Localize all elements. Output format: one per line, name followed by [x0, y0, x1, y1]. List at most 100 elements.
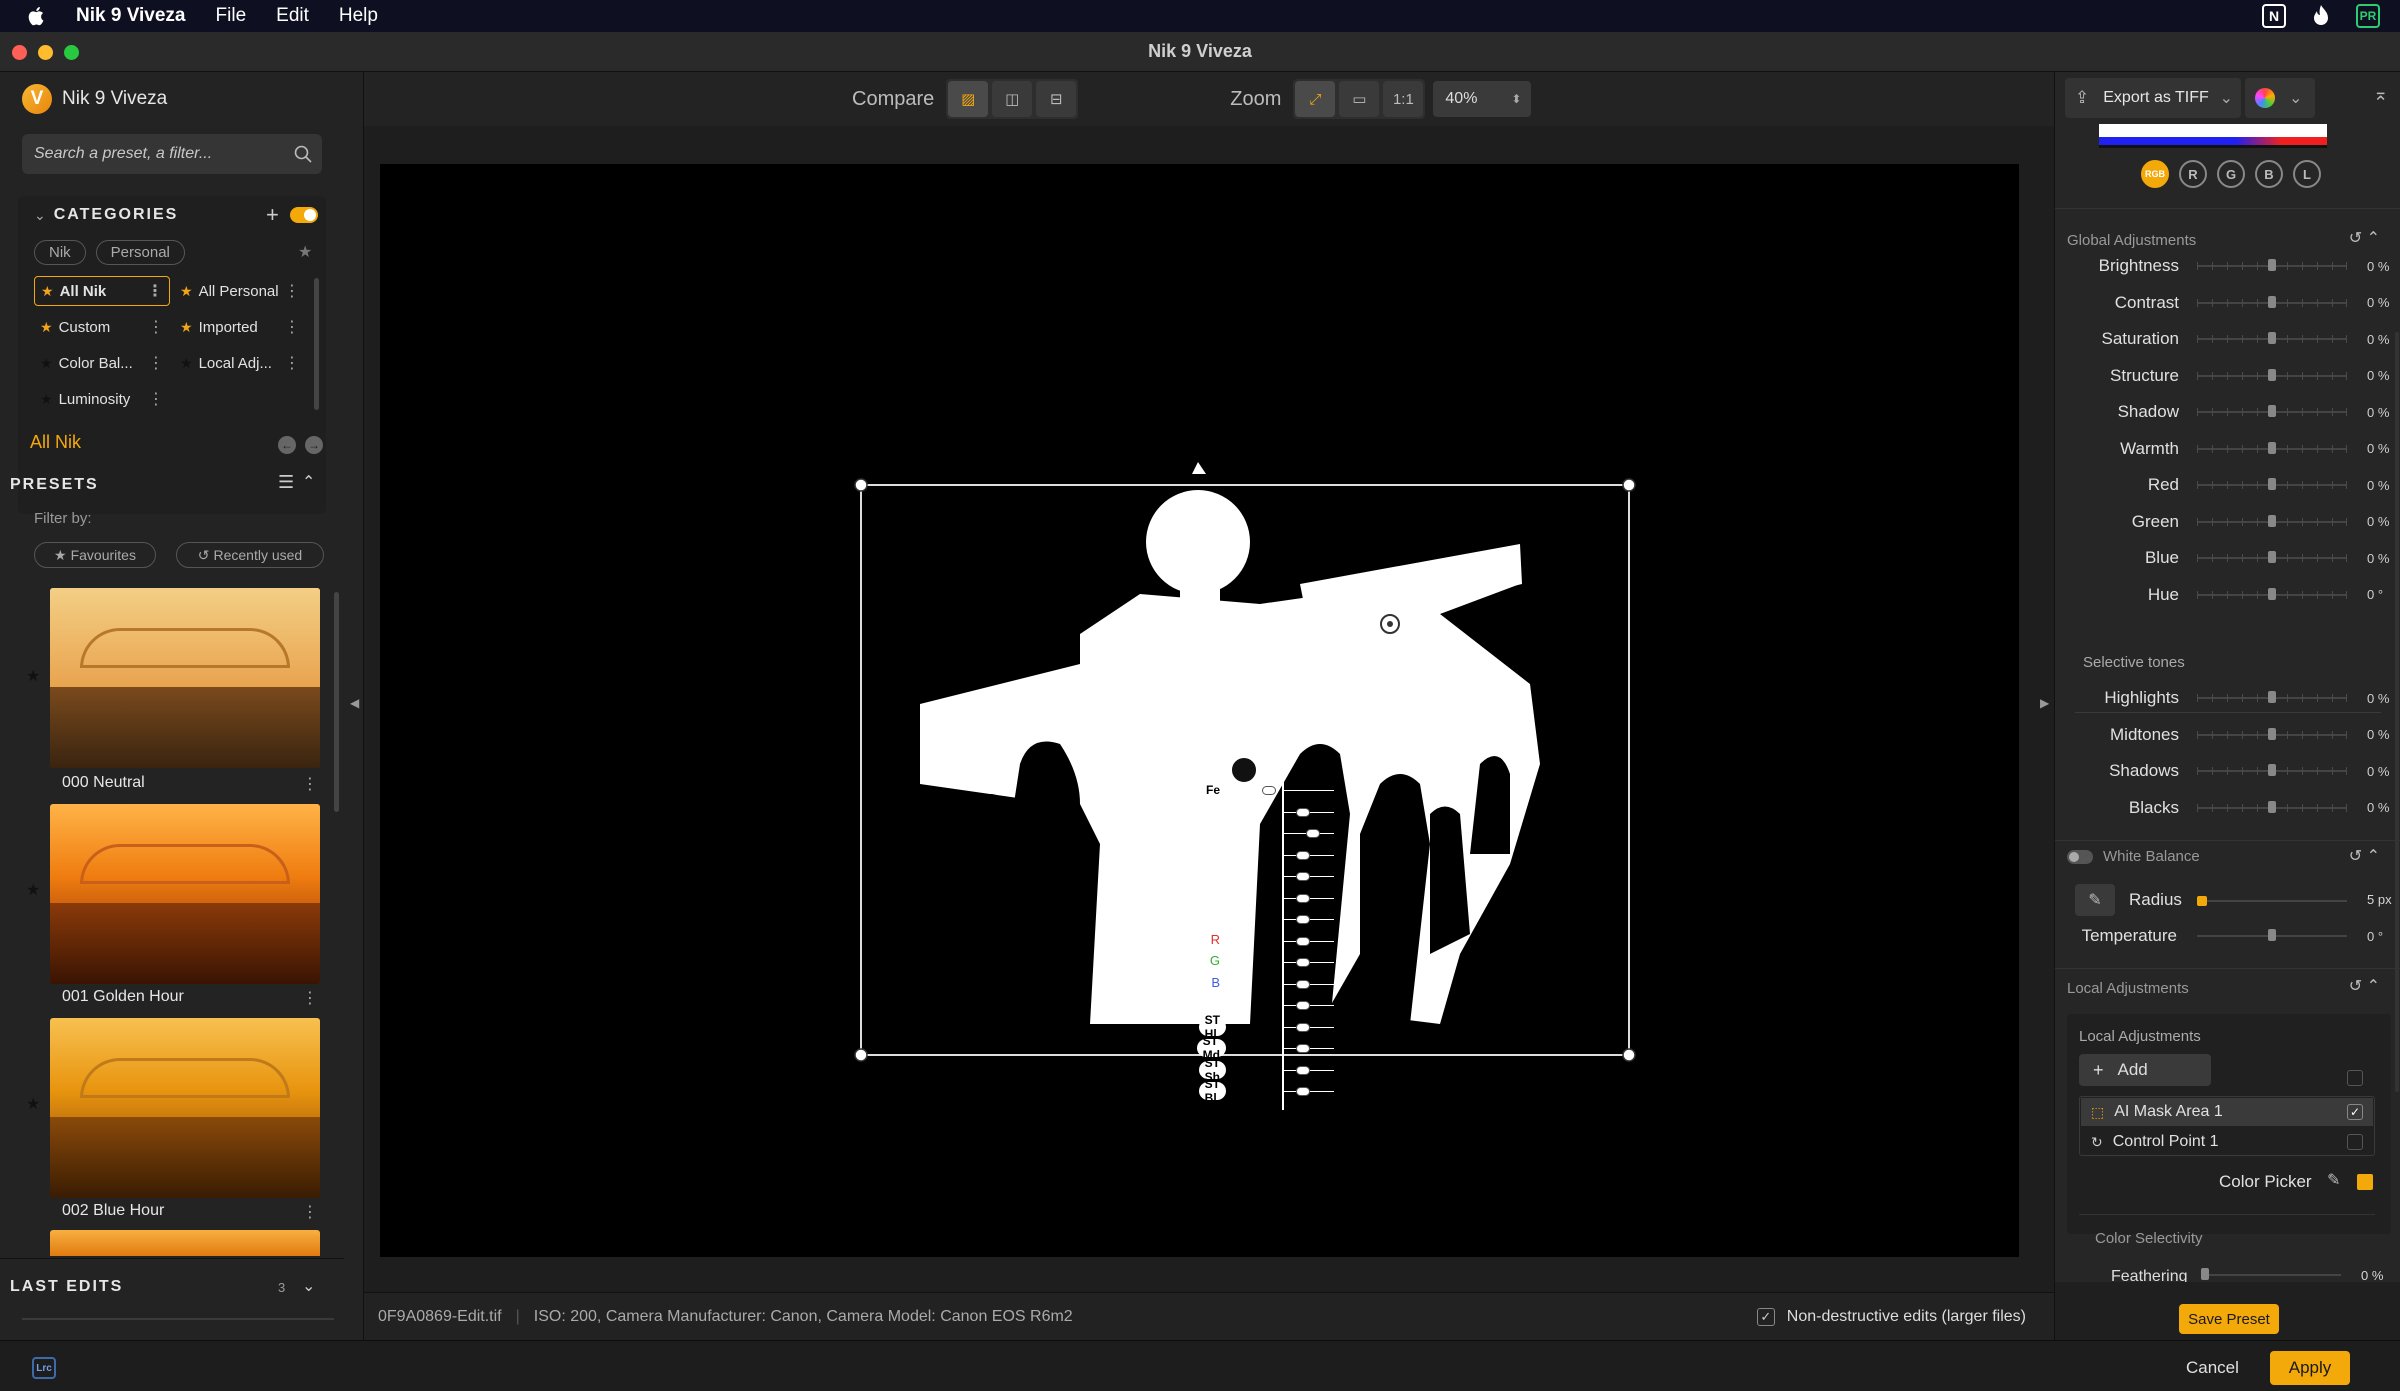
menu-app-name[interactable]: Nik 9 Viveza — [76, 5, 186, 27]
more-icon[interactable]: ⋮ — [148, 389, 164, 409]
global-slider[interactable] — [2197, 405, 2347, 417]
filter-recent-button[interactable]: ↺ Recently used — [176, 542, 324, 568]
control-point-slider-knob[interactable] — [1296, 915, 1310, 924]
channel-l[interactable]: L — [2293, 160, 2321, 188]
more-icon[interactable]: ⋮ — [302, 1202, 318, 1222]
save-preset-button[interactable]: Save Preset — [2179, 1304, 2279, 1334]
cancel-button[interactable]: Cancel — [2186, 1358, 2239, 1378]
zoom-level-select[interactable]: 40% ⬍ — [1433, 81, 1532, 117]
star-icon[interactable]: ★ — [26, 1094, 40, 1114]
menu-help[interactable]: Help — [339, 5, 378, 27]
radius-slider[interactable] — [2197, 896, 2347, 906]
control-point-handle[interactable] — [1230, 756, 1258, 784]
control-point-slider-knob[interactable] — [1296, 807, 1310, 817]
compare-side-by-side-icon[interactable]: ⊟ — [1036, 81, 1077, 117]
more-icon[interactable]: ⋮ — [284, 281, 300, 301]
white-balance-toggle[interactable] — [2067, 850, 2093, 864]
collapse-panel-icon[interactable]: ⌅ — [2373, 84, 2388, 105]
control-point-label[interactable]: Ct — [1207, 824, 1220, 839]
category-local-adjustments[interactable]: ★ Local Adj... ⋮ — [174, 348, 306, 378]
more-icon[interactable]: ⋮ — [148, 317, 164, 337]
more-icon[interactable]: ⋮ — [302, 988, 318, 1008]
control-point-slider-knob[interactable] — [1296, 1001, 1310, 1010]
control-point-label[interactable]: G — [1210, 953, 1220, 968]
export-button[interactable]: ⇪ Export as TIFF ⌄ — [2065, 78, 2241, 118]
global-slider[interactable] — [2197, 368, 2347, 381]
categories-toggle[interactable] — [290, 207, 318, 223]
channel-r[interactable]: R — [2179, 160, 2207, 188]
more-icon[interactable]: ⋮ — [302, 774, 318, 794]
preset-thumbnail-partial[interactable] — [50, 1230, 320, 1256]
local-item-ai-mask[interactable]: ⬚ AI Mask Area 1 ✓ — [2081, 1098, 2373, 1126]
reset-chevron-icons[interactable]: ↺ ⌃ — [2349, 976, 2380, 996]
control-point-slider-knob[interactable] — [1296, 958, 1310, 967]
control-point-slider-knob[interactable] — [1296, 1065, 1310, 1075]
nondestructive-checkbox[interactable]: ✓ — [1756, 1307, 1775, 1326]
preset-thumbnail-neutral[interactable] — [50, 588, 320, 768]
minimize-window-button[interactable] — [38, 45, 53, 60]
compare-split-view-icon[interactable]: ◫ — [992, 81, 1033, 117]
control-point-slider-knob[interactable] — [1306, 829, 1320, 838]
more-icon[interactable]: ⋮ — [284, 353, 300, 373]
color-picker-swatch[interactable] — [2357, 1174, 2373, 1190]
temperature-slider[interactable] — [2197, 929, 2347, 941]
search-icon[interactable] — [294, 145, 312, 163]
category-color-balance[interactable]: ★ Color Bal... ⋮ — [34, 348, 170, 378]
tag-personal[interactable]: Personal — [95, 240, 185, 265]
menu-edit[interactable]: Edit — [276, 5, 309, 27]
list-view-icon[interactable]: ☰ — [278, 472, 294, 493]
control-point-label[interactable]: Br — [1207, 803, 1220, 818]
global-slider[interactable] — [2197, 441, 2347, 454]
chevron-down-icon[interactable]: ⌄ — [2220, 88, 2233, 108]
global-slider[interactable] — [2197, 259, 2347, 271]
add-local-adjustment-button[interactable]: + Add — [2079, 1054, 2211, 1086]
categories-scrollbar[interactable] — [314, 278, 319, 410]
add-category-icon[interactable]: + — [266, 202, 279, 228]
control-point-label[interactable]: ST Bl — [1198, 1077, 1226, 1105]
global-slider[interactable] — [2197, 587, 2347, 600]
menu-file[interactable]: File — [216, 5, 247, 27]
control-point-label[interactable]: H — [1211, 996, 1220, 1011]
reset-chevron-icons[interactable]: ↺ ⌃ — [2349, 228, 2380, 248]
control-point-label[interactable]: Sh — [1204, 889, 1220, 904]
tag-nik[interactable]: Nik — [34, 240, 86, 265]
channel-b[interactable]: B — [2255, 160, 2283, 188]
control-point-label[interactable]: B — [1211, 975, 1220, 990]
control-point-label[interactable]: St — [1208, 846, 1220, 861]
control-point-slider-knob[interactable] — [1296, 1087, 1310, 1096]
star-icon[interactable]: ★ — [26, 666, 40, 686]
compare-single-view-icon[interactable]: ▨ — [948, 81, 989, 117]
nik-tray-icon[interactable]: N — [2262, 4, 2286, 28]
reset-chevron-icons[interactable]: ↺ ⌃ — [2349, 846, 2380, 866]
preset-thumbnail-blue-hour[interactable] — [50, 1018, 320, 1198]
channel-g[interactable]: G — [2217, 160, 2245, 188]
global-slider[interactable] — [2197, 514, 2347, 527]
preset-thumbnail-golden-hour[interactable] — [50, 804, 320, 984]
global-slider[interactable] — [2197, 295, 2347, 308]
close-window-button[interactable] — [12, 45, 27, 60]
pr-tray-icon[interactable]: PR — [2356, 4, 2380, 28]
local-item-checkbox[interactable]: ✓ — [2347, 1104, 2363, 1120]
control-point-slider-knob[interactable] — [1296, 893, 1310, 903]
tone-slider[interactable] — [2197, 727, 2347, 740]
global-slider[interactable] — [2197, 551, 2347, 563]
control-point-slider-knob[interactable] — [1262, 786, 1276, 795]
filter-favourites-button[interactable]: ★ Favourites — [34, 542, 156, 568]
right-panel-collapse-icon[interactable]: ▶ — [2040, 696, 2049, 710]
more-icon[interactable]: ⋮ — [284, 317, 300, 337]
apply-button[interactable]: Apply — [2270, 1351, 2350, 1385]
control-point-label[interactable]: ST Sh — [1198, 1056, 1226, 1084]
flame-tray-icon[interactable] — [2310, 4, 2332, 28]
channel-rgb[interactable]: RGB — [2141, 160, 2169, 188]
categories-header[interactable]: ⌄ CATEGORIES — [34, 206, 178, 224]
control-point-label[interactable]: ST Md — [1196, 1034, 1226, 1062]
eyedropper-icon[interactable]: ✎ — [2327, 1170, 2340, 1190]
zoom-window-button[interactable] — [64, 45, 79, 60]
global-slider[interactable] — [2197, 478, 2347, 490]
eyedropper-icon[interactable]: ✎ — [2075, 884, 2115, 916]
right-panel-scrollbar[interactable] — [2395, 332, 2399, 1092]
control-point-label[interactable]: Fe — [1199, 781, 1226, 799]
next-arrow-icon[interactable]: → — [305, 436, 323, 454]
chevron-down-icon[interactable]: ⌄ — [302, 1276, 315, 1296]
control-point-slider-knob[interactable] — [1296, 936, 1310, 946]
